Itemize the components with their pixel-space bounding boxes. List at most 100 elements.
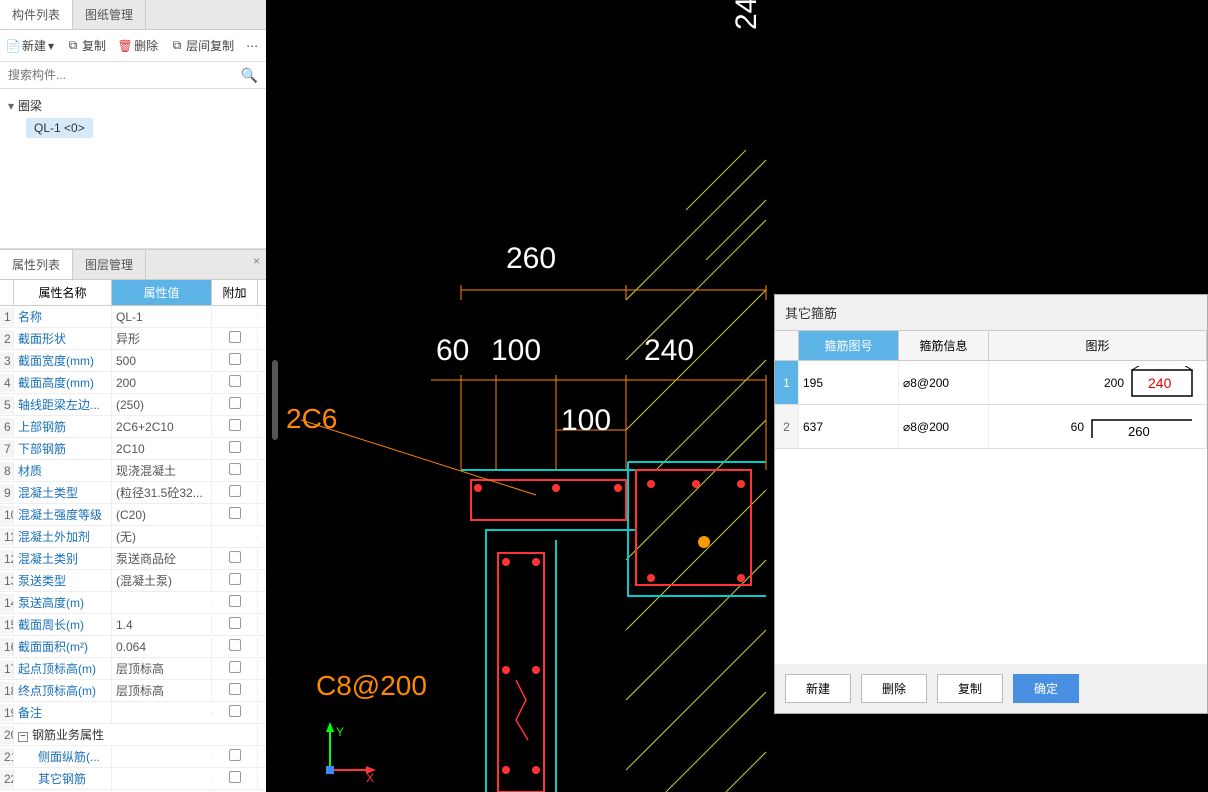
prop-check[interactable]	[212, 769, 258, 788]
dlg-header-info[interactable]: 箍筋信息	[899, 331, 989, 361]
shape-dim: 200	[1104, 376, 1124, 390]
property-row[interactable]: 6 上部钢筋 2C6+2C10	[0, 416, 266, 438]
dlg-row-shape[interactable]: 60 260	[989, 405, 1207, 448]
property-row[interactable]: 5 轴线距梁左边... (250)	[0, 394, 266, 416]
prop-check[interactable]	[212, 637, 258, 656]
prop-check[interactable]	[212, 505, 258, 524]
prop-value[interactable]: 2C6+2C10	[112, 418, 212, 436]
property-row[interactable]: 15 截面周长(m) 1.4	[0, 614, 266, 636]
dlg-copy-button[interactable]: 复制	[937, 674, 1003, 703]
stirrup-row[interactable]: 1 195 ⌀8@200 200 240	[775, 361, 1207, 405]
property-row[interactable]: 13 泵送类型 (混凝土泵)	[0, 570, 266, 592]
dlg-row-info[interactable]: ⌀8@200	[899, 405, 989, 448]
dlg-row-info[interactable]: ⌀8@200	[899, 361, 989, 404]
prop-value[interactable]: 500	[112, 352, 212, 370]
prop-check[interactable]	[212, 439, 258, 458]
dlg-row-shape[interactable]: 200 240	[989, 361, 1207, 404]
prop-check[interactable]	[212, 571, 258, 590]
prop-value[interactable]: 异形	[112, 328, 212, 349]
prop-check[interactable]	[212, 351, 258, 370]
prop-value[interactable]: 层顶标高	[112, 658, 212, 679]
close-icon[interactable]: ×	[253, 254, 260, 268]
property-row[interactable]: 2 截面形状 异形	[0, 328, 266, 350]
tab-component-list[interactable]: 构件列表	[0, 0, 73, 29]
prop-value[interactable]: 现浇混凝土	[112, 460, 212, 481]
property-row[interactable]: 1 名称 QL-1	[0, 306, 266, 328]
prop-check[interactable]	[212, 395, 258, 414]
property-row[interactable]: 11 混凝土外加剂 (无)	[0, 526, 266, 548]
search-input[interactable]	[4, 64, 237, 86]
prop-check[interactable]	[212, 615, 258, 634]
floor-copy-button[interactable]: ⧉层间复制	[166, 34, 238, 57]
property-row[interactable]: 7 下部钢筋 2C10	[0, 438, 266, 460]
prop-value[interactable]: 0.064	[112, 638, 212, 656]
dlg-new-button[interactable]: 新建	[785, 674, 851, 703]
stirrup-row[interactable]: 2 637 ⌀8@200 60 260	[775, 405, 1207, 449]
prop-check[interactable]	[212, 549, 258, 568]
prop-check[interactable]	[212, 417, 258, 436]
property-row[interactable]: 18 终点顶标高(m) 层顶标高	[0, 680, 266, 702]
prop-value[interactable]	[112, 777, 212, 781]
prop-value[interactable]: 泵送商品砼	[112, 548, 212, 569]
property-group-row[interactable]: 20 −钢筋业务属性	[0, 724, 266, 746]
prop-check[interactable]	[212, 535, 258, 539]
row-num: 9	[0, 484, 14, 502]
prop-value[interactable]: (混凝土泵)	[112, 570, 212, 591]
property-row[interactable]: 12 混凝土类别 泵送商品砼	[0, 548, 266, 570]
property-row[interactable]: 10 混凝土强度等级 (C20)	[0, 504, 266, 526]
prop-check[interactable]	[212, 681, 258, 700]
dialog-grid: 箍筋图号 箍筋信息 图形 1 195 ⌀8@200 200 2402 637 ⌀…	[775, 330, 1207, 664]
prop-check[interactable]	[212, 373, 258, 392]
prop-value[interactable]	[112, 711, 212, 715]
dlg-row-id[interactable]: 195	[799, 361, 899, 404]
prop-group[interactable]: −钢筋业务属性	[14, 724, 258, 745]
tree-item-ql1[interactable]: QL-1 <0>	[26, 118, 93, 138]
prop-check[interactable]	[212, 483, 258, 502]
property-row[interactable]: 14 泵送高度(m)	[0, 592, 266, 614]
property-sub-row[interactable]: 22 其它钢筋	[0, 768, 266, 790]
prop-check[interactable]	[212, 329, 258, 348]
scrollbar[interactable]	[272, 360, 278, 440]
tab-drawing-mgmt[interactable]: 图纸管理	[73, 0, 146, 29]
dlg-row-id[interactable]: 637	[799, 405, 899, 448]
dlg-ok-button[interactable]: 确定	[1013, 674, 1079, 703]
prop-value[interactable]: 层顶标高	[112, 680, 212, 701]
new-button[interactable]: 📄新建▾	[2, 34, 58, 57]
prop-value[interactable]: (250)	[112, 396, 212, 414]
tab-properties[interactable]: 属性列表	[0, 250, 73, 279]
prop-value[interactable]: QL-1	[112, 308, 212, 326]
prop-value[interactable]	[112, 601, 212, 605]
property-row[interactable]: 3 截面宽度(mm) 500	[0, 350, 266, 372]
collapse-icon[interactable]: −	[18, 732, 28, 742]
tree-root[interactable]: ▾圈梁	[8, 95, 258, 116]
component-tree: ▾圈梁 QL-1 <0>	[0, 89, 266, 249]
prop-value[interactable]: 2C10	[112, 440, 212, 458]
property-row[interactable]: 16 截面面积(m²) 0.064	[0, 636, 266, 658]
delete-button[interactable]: 🗑删除	[114, 34, 162, 57]
property-row[interactable]: 19 备注	[0, 702, 266, 724]
prop-value[interactable]: 200	[112, 374, 212, 392]
prop-value[interactable]: (C20)	[112, 506, 212, 524]
dlg-header-shape[interactable]: 图形	[989, 331, 1207, 361]
prop-check[interactable]	[212, 315, 258, 319]
prop-check[interactable]	[212, 747, 258, 766]
prop-check[interactable]	[212, 703, 258, 722]
property-row[interactable]: 8 材质 现浇混凝土	[0, 460, 266, 482]
copy-button[interactable]: ⧉复制	[62, 34, 110, 57]
prop-value[interactable]: (无)	[112, 526, 212, 547]
property-row[interactable]: 9 混凝土类型 (粒径31.5砼32...	[0, 482, 266, 504]
search-icon[interactable]: 🔍	[237, 67, 262, 84]
more-button[interactable]: ⋯	[242, 36, 262, 56]
property-row[interactable]: 17 起点顶标高(m) 层顶标高	[0, 658, 266, 680]
prop-check[interactable]	[212, 659, 258, 678]
property-row[interactable]: 4 截面高度(mm) 200	[0, 372, 266, 394]
prop-value[interactable]: (粒径31.5砼32...	[112, 482, 212, 503]
dlg-delete-button[interactable]: 删除	[861, 674, 927, 703]
prop-check[interactable]	[212, 461, 258, 480]
property-sub-row[interactable]: 21 侧面纵筋(...	[0, 746, 266, 768]
tab-layers[interactable]: 图层管理	[73, 250, 146, 279]
prop-value[interactable]: 1.4	[112, 616, 212, 634]
prop-check[interactable]	[212, 593, 258, 612]
dlg-header-id[interactable]: 箍筋图号	[799, 331, 899, 361]
prop-value[interactable]	[112, 755, 212, 759]
